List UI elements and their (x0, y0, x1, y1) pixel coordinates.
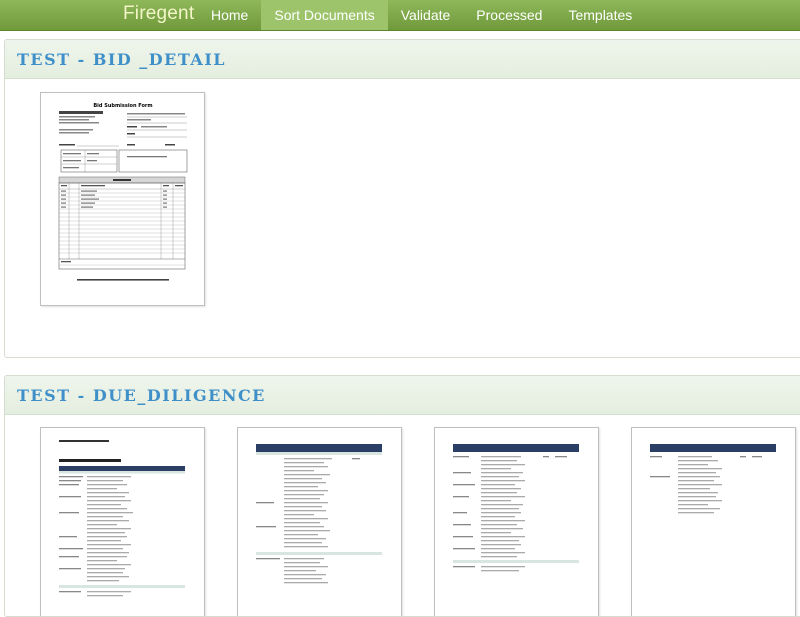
panel-title: TEST - BID _DETAIL (17, 50, 227, 69)
panel-header: TEST - BID _DETAIL (5, 40, 800, 79)
due-diligence-page-preview (650, 444, 776, 514)
due-diligence-page-preview (59, 440, 185, 597)
main-nav: Home Sort Documents Validate Processed T… (198, 0, 645, 30)
document-thumbnail-due-diligence-2[interactable] (237, 427, 402, 616)
document-thumbnail-due-diligence-3[interactable] (434, 427, 599, 616)
document-group-bid-detail: TEST - BID _DETAIL Bid Submission Form (4, 39, 800, 358)
due-diligence-page-preview (453, 444, 579, 572)
nav-templates[interactable]: Templates (555, 0, 645, 30)
document-group-due-diligence: TEST - DUE_DILIGENCE (4, 375, 800, 617)
nav-home[interactable]: Home (198, 0, 261, 30)
nav-processed[interactable]: Processed (463, 0, 555, 30)
svg-text:Bid Submission Form: Bid Submission Form (93, 103, 152, 109)
document-thumbnail-due-diligence-1[interactable] (40, 427, 205, 616)
due-diligence-page-preview (256, 444, 382, 584)
document-thumbnail-due-diligence-4[interactable] (631, 427, 796, 616)
nav-validate[interactable]: Validate (388, 0, 464, 30)
top-navigation-bar: Firegent Home Sort Documents Validate Pr… (0, 0, 800, 31)
app-logo[interactable]: Firegent (123, 3, 194, 25)
document-thumbnail-bid-submission-form[interactable]: Bid Submission Form (40, 92, 205, 306)
bid-form-page-preview: Bid Submission Form (58, 103, 188, 281)
panel-header: TEST - DUE_DILIGENCE (5, 376, 800, 415)
nav-sort-documents[interactable]: Sort Documents (261, 0, 388, 30)
panel-title: TEST - DUE_DILIGENCE (17, 386, 266, 405)
